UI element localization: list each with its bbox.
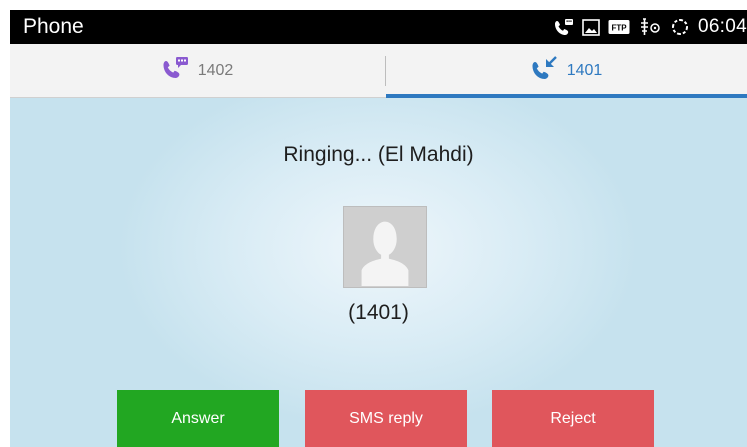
app-title: Phone — [23, 15, 84, 38]
caller-number: (1401) — [348, 301, 409, 324]
reject-button[interactable]: Reject — [492, 390, 654, 447]
line-tab-bar: 1402 1401 — [10, 44, 747, 98]
sync-icon — [670, 17, 690, 37]
ftp-icon: FTP — [608, 19, 630, 35]
status-icons: FTP 06:04 — [554, 10, 747, 44]
answer-button[interactable]: Answer — [117, 390, 279, 447]
usb-debug-icon — [638, 17, 662, 37]
svg-text:FTP: FTP — [611, 24, 627, 33]
voicemail-icon — [554, 18, 574, 36]
tab-line-1401[interactable]: 1401 — [386, 44, 747, 97]
phone-app-window: Phone FTP 06:04 1402 1401 Ringing... (El… — [10, 10, 747, 447]
status-bar: Phone FTP 06:04 — [10, 10, 747, 44]
tab-label: 1402 — [197, 61, 234, 79]
default-avatar-icon — [343, 206, 427, 288]
incoming-call-panel: Ringing... (El Mahdi) (1401) Answer SMS … — [10, 98, 747, 447]
clock: 06:04 — [697, 16, 747, 37]
image-icon — [582, 18, 600, 36]
sms-reply-button[interactable]: SMS reply — [305, 390, 467, 447]
incoming-call-icon — [531, 55, 559, 86]
tab-line-1402[interactable]: 1402 — [10, 44, 385, 97]
tab-label: 1401 — [566, 61, 603, 79]
call-status-text: Ringing... (El Mahdi) — [283, 143, 474, 166]
call-message-icon — [162, 56, 190, 85]
